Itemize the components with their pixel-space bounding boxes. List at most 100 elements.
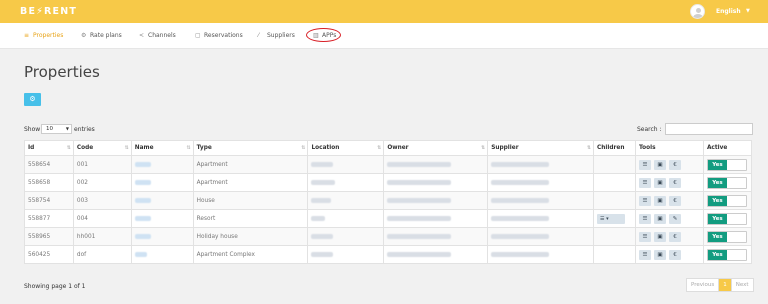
euro-icon[interactable]: € bbox=[669, 195, 681, 206]
blurred-text bbox=[311, 233, 334, 239]
column-header-owner[interactable]: Owner ⇅ bbox=[383, 140, 489, 156]
previous-page-button[interactable]: Previous bbox=[687, 279, 720, 291]
active-toggle[interactable]: Yes bbox=[706, 194, 747, 207]
euro-icon[interactable]: € bbox=[669, 177, 681, 188]
language-selector[interactable]: English bbox=[716, 8, 741, 15]
active-toggle[interactable]: Yes bbox=[706, 158, 747, 171]
nav-item-reservations[interactable]: ▢ Reservations bbox=[195, 32, 243, 39]
chevron-down-icon[interactable]: ▼ bbox=[746, 8, 750, 14]
cell-supplier bbox=[487, 227, 595, 246]
euro-icon[interactable]: € bbox=[669, 249, 681, 260]
sort-icon[interactable]: ⇅ bbox=[587, 145, 591, 151]
cell-tools: ☰ ▣ € bbox=[635, 155, 704, 174]
list-icon[interactable]: ☰ bbox=[639, 159, 651, 170]
table-row[interactable]: 558658 002 Apartment ☰ ▣ € Yes bbox=[24, 173, 753, 192]
cell-active[interactable]: Yes bbox=[702, 173, 753, 192]
list-icon[interactable]: ☰ bbox=[639, 249, 651, 260]
cell-name[interactable] bbox=[130, 191, 194, 210]
image-icon[interactable]: ▣ bbox=[654, 231, 666, 242]
cell-tools: ☰ ▣ € bbox=[635, 191, 704, 210]
cell-name[interactable] bbox=[130, 245, 194, 264]
sort-icon[interactable]: ⇅ bbox=[301, 145, 305, 151]
blurred-text bbox=[311, 161, 334, 167]
active-toggle[interactable]: Yes bbox=[706, 230, 747, 243]
column-header-type[interactable]: Type ⇅ bbox=[192, 140, 309, 156]
list-icon[interactable]: ☰ bbox=[639, 195, 651, 206]
user-avatar[interactable] bbox=[690, 4, 705, 19]
cell-id: 558654 bbox=[24, 155, 74, 174]
cell-location bbox=[307, 227, 385, 246]
table-row[interactable]: 558877 004 Resort ☰ ▾ ☰ ▣ ✎ Yes bbox=[24, 209, 753, 228]
image-icon[interactable]: ▣ bbox=[654, 213, 666, 224]
euro-icon[interactable]: € bbox=[669, 231, 681, 242]
cell-active[interactable]: Yes bbox=[702, 155, 753, 174]
table-row[interactable]: 558965 hh001 Holiday house ☰ ▣ € Yes bbox=[24, 227, 753, 246]
nav-item-properties[interactable]: ≡ Properties bbox=[24, 32, 63, 39]
edit-icon[interactable]: ✎ bbox=[669, 213, 681, 224]
column-header-location[interactable]: Location ⇅ bbox=[307, 140, 385, 156]
nav-item-rate-plans[interactable]: ⚙ Rate plans bbox=[81, 32, 122, 39]
image-icon[interactable]: ▣ bbox=[654, 159, 666, 170]
next-page-button[interactable]: Next bbox=[732, 279, 753, 291]
column-header-active: Active bbox=[702, 140, 753, 156]
yes-label: Yes bbox=[707, 249, 727, 260]
list-icon[interactable]: ☰ bbox=[639, 231, 651, 242]
list-icon[interactable]: ☰ bbox=[639, 177, 651, 188]
children-dropdown[interactable]: ☰ ▾ bbox=[597, 213, 626, 224]
active-toggle[interactable]: Yes bbox=[706, 176, 747, 189]
yes-label: Yes bbox=[707, 195, 727, 206]
cell-children bbox=[593, 227, 636, 246]
cell-name[interactable] bbox=[130, 227, 194, 246]
add-property-button[interactable]: ⚙ bbox=[24, 93, 41, 106]
cell-children bbox=[593, 245, 636, 264]
table-row[interactable]: 560425 dof Apartment Complex ☰ ▣ € Yes bbox=[24, 245, 753, 264]
cell-id: 558658 bbox=[24, 173, 74, 192]
cell-tools: ☰ ▣ ✎ bbox=[635, 209, 704, 228]
cell-name[interactable] bbox=[130, 173, 194, 192]
cell-code: 003 bbox=[72, 191, 132, 210]
cell-active[interactable]: Yes bbox=[702, 191, 753, 210]
sort-icon[interactable]: ⇅ bbox=[377, 145, 381, 151]
sort-icon[interactable]: ⇅ bbox=[186, 145, 190, 151]
cell-children bbox=[593, 155, 636, 174]
image-icon[interactable]: ▣ bbox=[654, 195, 666, 206]
gear-icon: ⚙ bbox=[29, 95, 36, 103]
cell-active[interactable]: Yes bbox=[702, 209, 753, 228]
column-header-id[interactable]: Id ⇅ bbox=[24, 140, 74, 156]
entries-select[interactable]: 10 ▼ bbox=[41, 124, 72, 134]
sort-icon[interactable]: ⇅ bbox=[481, 145, 485, 151]
app-logo[interactable]: BE⚡RENT bbox=[20, 6, 77, 17]
table-row[interactable]: 558754 003 House ☰ ▣ € Yes bbox=[24, 191, 753, 210]
nav-item-channels[interactable]: < Channels bbox=[139, 32, 176, 39]
image-icon[interactable]: ▣ bbox=[654, 177, 666, 188]
blurred-text bbox=[311, 215, 326, 221]
page-button-1[interactable]: 1 bbox=[719, 279, 732, 291]
blurred-text bbox=[491, 197, 550, 203]
nav-item-suppliers[interactable]: ⁄ Suppliers bbox=[258, 32, 295, 39]
image-icon[interactable]: ▣ bbox=[654, 249, 666, 260]
column-header-supplier[interactable]: Supplier ⇅ bbox=[487, 140, 595, 156]
blurred-text bbox=[311, 251, 334, 257]
blurred-text bbox=[134, 233, 151, 239]
active-toggle[interactable]: Yes bbox=[706, 248, 747, 261]
blurred-text bbox=[491, 215, 550, 221]
search-input[interactable] bbox=[665, 123, 753, 135]
cell-active[interactable]: Yes bbox=[702, 245, 753, 264]
cell-children[interactable]: ☰ ▾ bbox=[593, 209, 636, 228]
active-toggle[interactable]: Yes bbox=[706, 212, 747, 225]
show-label: Show bbox=[24, 126, 41, 133]
column-header-code[interactable]: Code ⇅ bbox=[72, 140, 132, 156]
sort-icon[interactable]: ⇅ bbox=[125, 145, 129, 151]
cell-name[interactable] bbox=[130, 155, 194, 174]
cell-active[interactable]: Yes bbox=[702, 227, 753, 246]
entries-value: 10 bbox=[46, 126, 53, 132]
cell-code: 004 bbox=[72, 209, 132, 228]
table-row[interactable]: 558654 001 Apartment ☰ ▣ € Yes bbox=[24, 155, 753, 174]
euro-icon[interactable]: € bbox=[669, 159, 681, 170]
column-header-name[interactable]: Name ⇅ bbox=[130, 140, 194, 156]
sort-icon[interactable]: ⇅ bbox=[67, 145, 71, 151]
cell-name[interactable] bbox=[130, 209, 194, 228]
cell-type: Apartment bbox=[192, 155, 309, 174]
list-icon[interactable]: ☰ bbox=[639, 213, 651, 224]
yes-label: Yes bbox=[707, 159, 727, 170]
